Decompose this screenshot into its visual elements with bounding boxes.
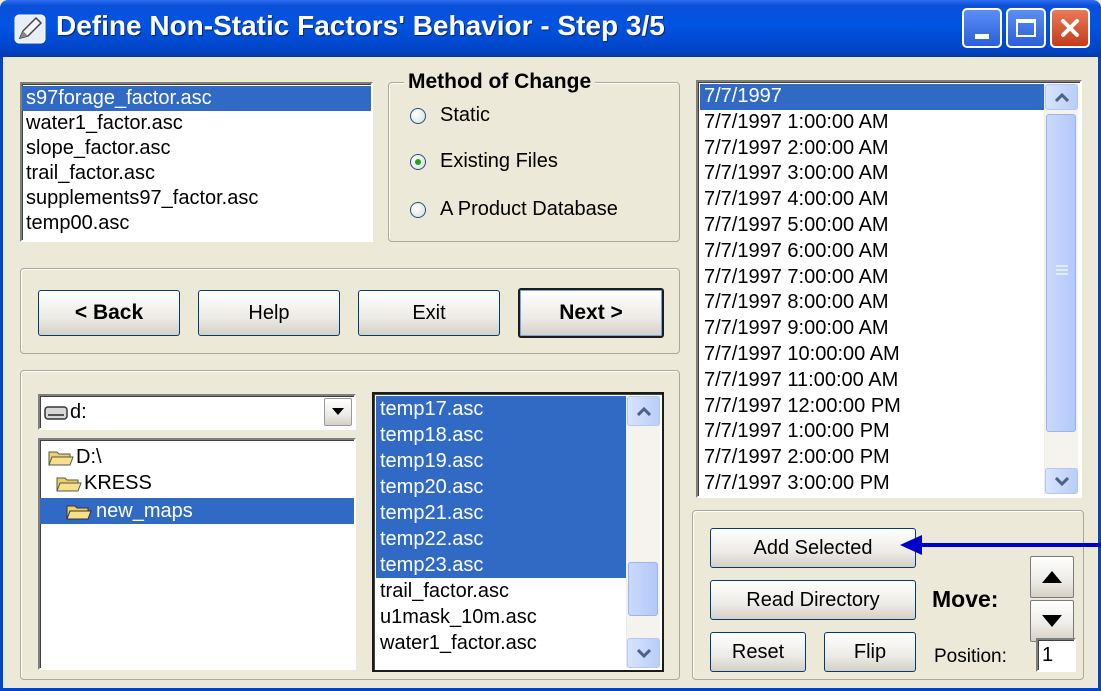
position-input[interactable] [1036, 638, 1076, 672]
maximize-button[interactable] [1006, 8, 1046, 48]
file-list-item[interactable]: u1mask_10m.asc [376, 604, 626, 630]
radio-product-database-label: A Product Database [440, 198, 618, 220]
exit-button[interactable]: Exit [358, 290, 500, 336]
time-list-item[interactable]: 7/7/1997 4:00:00 AM [700, 187, 1046, 213]
file-list-item[interactable]: temp20.asc [376, 474, 626, 500]
file-list-scrollbar[interactable] [626, 396, 660, 668]
time-list-item[interactable]: 7/7/1997 9:00:00 AM [700, 316, 1046, 342]
folder-open-icon [48, 451, 74, 466]
dir-item-new-maps[interactable]: new_maps [40, 498, 354, 524]
factor-list-item[interactable]: water1_factor.asc [22, 111, 371, 136]
factor-list-item[interactable]: temp00.asc [22, 211, 371, 236]
factors-list[interactable]: s97forage_factor.asc water1_factor.asc slo… [20, 82, 373, 242]
time-list-item[interactable]: 7/7/1997 12:00:00 PM [700, 394, 1046, 420]
radio-static-label: Static [440, 104, 491, 126]
chevron-up-icon [1054, 92, 1069, 102]
close-button[interactable] [1050, 8, 1090, 48]
time-list-item[interactable]: 7/7/1997 10:00:00 AM [700, 342, 1046, 368]
scroll-down-button[interactable] [627, 638, 660, 668]
next-button[interactable]: Next > [518, 288, 664, 338]
move-down-button[interactable] [1030, 600, 1074, 642]
file-list-item[interactable]: temp21.asc [376, 500, 626, 526]
chevron-down-icon [332, 408, 344, 415]
factor-list-item[interactable]: slope_factor.asc [22, 136, 371, 161]
time-list-item[interactable]: 7/7/1997 5:00:00 AM [700, 213, 1046, 239]
file-list-item[interactable]: trail_factor.asc [376, 578, 626, 604]
position-label: Position: [934, 646, 1007, 667]
radio-product-database[interactable]: A Product Database [410, 198, 618, 221]
triangle-up-icon [1042, 571, 1062, 583]
reset-button[interactable]: Reset [710, 632, 806, 672]
time-list-item[interactable]: 7/7/1997 11:00:00 AM [700, 368, 1046, 394]
radio-icon [410, 107, 426, 124]
drive-select[interactable]: d: [38, 394, 356, 430]
file-list-item[interactable]: water1_factor.asc [376, 630, 626, 656]
time-list-item[interactable]: 7/7/1997 2:00:00 PM [700, 445, 1046, 471]
minimize-button[interactable] [962, 8, 1002, 48]
scroll-thumb[interactable] [1046, 114, 1076, 432]
drive-value: d: [70, 401, 87, 423]
scroll-thumb[interactable] [628, 562, 658, 616]
dir-item-label: new_maps [96, 500, 193, 522]
scroll-up-button[interactable] [1045, 84, 1078, 110]
chevron-down-icon [636, 648, 651, 658]
scroll-up-button[interactable] [627, 396, 660, 426]
directory-list[interactable]: D:\ KRESS new_maps [38, 438, 356, 670]
time-list[interactable]: 7/7/1997 7/7/1997 1:00:00 AM 7/7/1997 2:00… [696, 80, 1082, 498]
radio-existing-files-label: Existing Files [440, 150, 558, 172]
grip-icon [1056, 265, 1068, 275]
annotation-arrow-icon [900, 535, 1101, 555]
radio-icon [410, 201, 426, 218]
file-list-item[interactable]: temp17.asc [376, 396, 626, 422]
factor-list-item[interactable]: s97forage_factor.asc [22, 86, 371, 111]
add-selected-button[interactable]: Add Selected [710, 528, 916, 568]
dir-item-label: D:\ [76, 446, 102, 468]
factor-list-item[interactable]: supplements97_factor.asc [22, 186, 371, 211]
file-list-item[interactable]: temp19.asc [376, 448, 626, 474]
file-list-item[interactable]: temp22.asc [376, 526, 626, 552]
back-button[interactable]: < Back [38, 290, 180, 336]
move-up-button[interactable] [1030, 556, 1074, 598]
folder-open-icon [66, 505, 92, 520]
pencil-icon [14, 14, 46, 44]
drive-dropdown-button[interactable] [324, 398, 352, 426]
dir-item-root[interactable]: D:\ [44, 444, 102, 470]
file-list-item[interactable]: temp23.asc [376, 552, 626, 578]
maximize-icon [1016, 19, 1036, 37]
window-title: Define Non-Static Factors' Behavior - St… [56, 10, 665, 41]
drive-icon [44, 406, 68, 420]
factor-list-item[interactable]: trail_factor.asc [22, 161, 371, 186]
time-list-item[interactable]: 7/7/1997 3:00:00 AM [700, 161, 1046, 187]
time-list-item[interactable]: 7/7/1997 [700, 84, 1046, 110]
title-bar[interactable]: Define Non-Static Factors' Behavior - St… [0, 0, 1101, 57]
chevron-up-icon [636, 406, 651, 416]
close-icon [1061, 19, 1079, 37]
time-list-item[interactable]: 7/7/1997 1:00:00 PM [700, 419, 1046, 445]
dir-item-label: KRESS [84, 472, 152, 494]
chevron-down-icon [1054, 476, 1069, 486]
minimize-icon [975, 33, 989, 39]
read-directory-button[interactable]: Read Directory [710, 580, 916, 620]
time-list-item[interactable]: 7/7/1997 2:00:00 AM [700, 136, 1046, 162]
time-list-item[interactable]: 7/7/1997 8:00:00 AM [700, 290, 1046, 316]
file-list[interactable]: temp17.asc temp18.asc temp19.asc temp20.asc… [372, 392, 664, 672]
time-list-scrollbar[interactable] [1044, 84, 1078, 494]
help-button[interactable]: Help [198, 290, 340, 336]
scroll-down-button[interactable] [1045, 468, 1078, 494]
dir-item-kress[interactable]: KRESS [52, 470, 152, 496]
time-list-item[interactable]: 7/7/1997 6:00:00 AM [700, 239, 1046, 265]
radio-static[interactable]: Static [410, 104, 490, 127]
folder-open-icon [56, 477, 82, 492]
file-list-item[interactable]: temp18.asc [376, 422, 626, 448]
time-list-item[interactable]: 7/7/1997 1:00:00 AM [700, 110, 1046, 136]
method-of-change-legend: Method of Change [404, 70, 596, 94]
move-label: Move: [932, 586, 999, 612]
radio-selected-icon [410, 153, 426, 170]
flip-button[interactable]: Flip [824, 632, 916, 672]
triangle-down-icon [1042, 615, 1062, 627]
time-list-item[interactable]: 7/7/1997 3:00:00 PM [700, 471, 1046, 496]
time-list-item[interactable]: 7/7/1997 7:00:00 AM [700, 265, 1046, 291]
radio-existing-files[interactable]: Existing Files [410, 150, 558, 173]
